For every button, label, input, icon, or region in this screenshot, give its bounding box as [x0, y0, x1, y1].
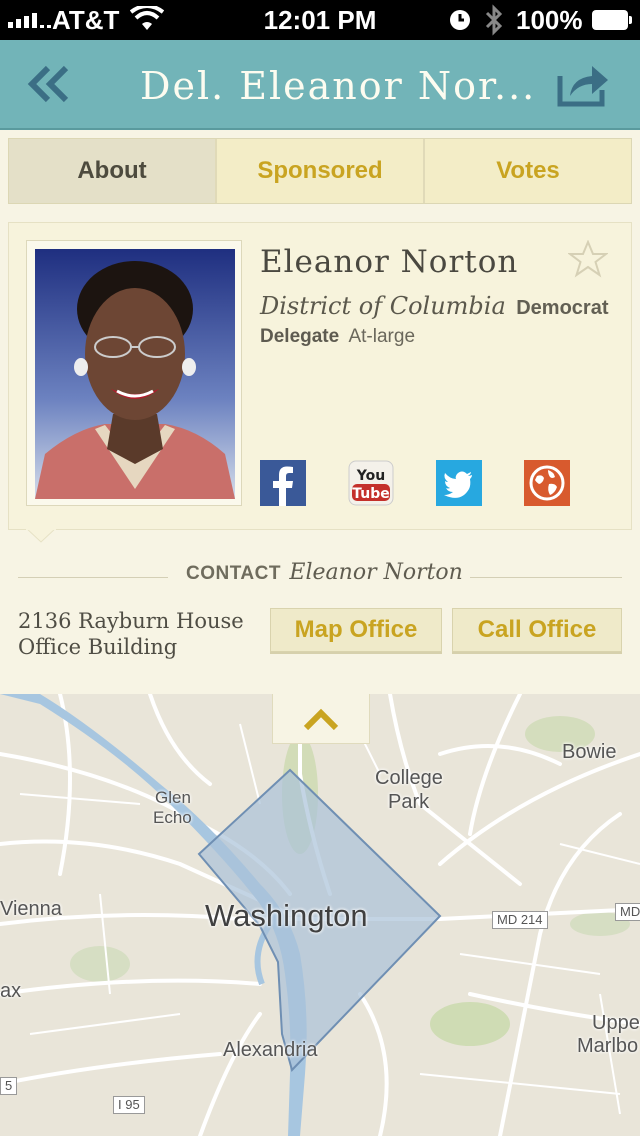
map-label: Glen: [155, 788, 191, 807]
divider: [470, 577, 622, 578]
route-shield: I 95: [113, 1096, 145, 1114]
page-title: Del. Eleanor Nor...: [140, 64, 537, 108]
map-label: Vienna: [0, 898, 62, 920]
map-label: Bowie: [562, 741, 617, 763]
bluetooth-icon: [485, 4, 503, 36]
svg-text:You: You: [356, 468, 385, 484]
tab-sponsored[interactable]: Sponsored: [217, 139, 425, 203]
map-label: Marlbo: [577, 1035, 639, 1057]
district-map[interactable]: Bowie College Park Glen Echo Vienna Wash…: [0, 694, 640, 1136]
tab-about[interactable]: About: [9, 139, 217, 203]
contact-label: CONTACT: [186, 563, 281, 584]
chevron-up-icon: [303, 708, 339, 730]
portrait-photo: [35, 249, 235, 499]
map-label: Alexandria: [223, 1039, 318, 1061]
card-pointer: [26, 528, 56, 543]
contact-heading: CONTACT Eleanor Norton: [186, 560, 463, 585]
route-shield: MD 214: [492, 911, 548, 929]
call-office-button[interactable]: Call Office: [452, 608, 622, 652]
tab-bar: About Sponsored Votes: [8, 138, 632, 204]
twitter-icon[interactable]: [436, 460, 482, 506]
share-icon[interactable]: [556, 60, 612, 108]
battery-percent: 100%: [516, 5, 583, 35]
status-bar: AT&T 12:01 PM 100%: [0, 0, 640, 40]
seat: At-large: [348, 326, 416, 347]
battery-icon: [592, 10, 632, 30]
carrier-label: AT&T: [52, 5, 120, 35]
role: Delegate: [260, 326, 340, 347]
map-label: Uppe: [592, 1012, 640, 1034]
map-label: Washington: [205, 898, 368, 933]
map-label: Park: [388, 791, 430, 813]
nav-bar: Del. Eleanor Nor...: [0, 40, 640, 130]
map-label: ax: [0, 980, 22, 1002]
collapse-map-button[interactable]: [272, 694, 370, 744]
svg-text:Tube: Tube: [352, 486, 390, 502]
signal-icon: [8, 12, 51, 28]
route-shield: MD: [615, 903, 640, 921]
office-address: 2136 Rayburn House Office Building: [18, 608, 258, 660]
district-line: District of Columbia Democrat: [260, 292, 608, 320]
photo-frame: [26, 240, 242, 506]
map-office-button[interactable]: Map Office: [270, 608, 442, 652]
facebook-icon[interactable]: [260, 460, 306, 506]
member-name: Eleanor Norton: [260, 244, 519, 280]
rotation-lock-icon: [450, 10, 470, 30]
wifi-icon: [130, 6, 164, 30]
divider: [18, 577, 168, 578]
website-icon[interactable]: [524, 460, 570, 506]
district: District of Columbia: [260, 292, 506, 320]
address-line-1: 2136 Rayburn House: [18, 609, 244, 633]
route-shield: 5: [0, 1077, 18, 1095]
role-line: Delegate At-large: [260, 326, 415, 348]
map-label: College: [375, 767, 443, 789]
contact-name: Eleanor Norton: [289, 560, 463, 585]
back-icon[interactable]: [24, 62, 76, 106]
address-line-2: Office Building: [18, 635, 178, 659]
youtube-icon[interactable]: You Tube: [348, 460, 394, 506]
map-label: Echo: [153, 808, 192, 827]
star-icon[interactable]: [568, 240, 608, 278]
tab-votes[interactable]: Votes: [425, 139, 631, 203]
party: Democrat: [516, 297, 609, 319]
